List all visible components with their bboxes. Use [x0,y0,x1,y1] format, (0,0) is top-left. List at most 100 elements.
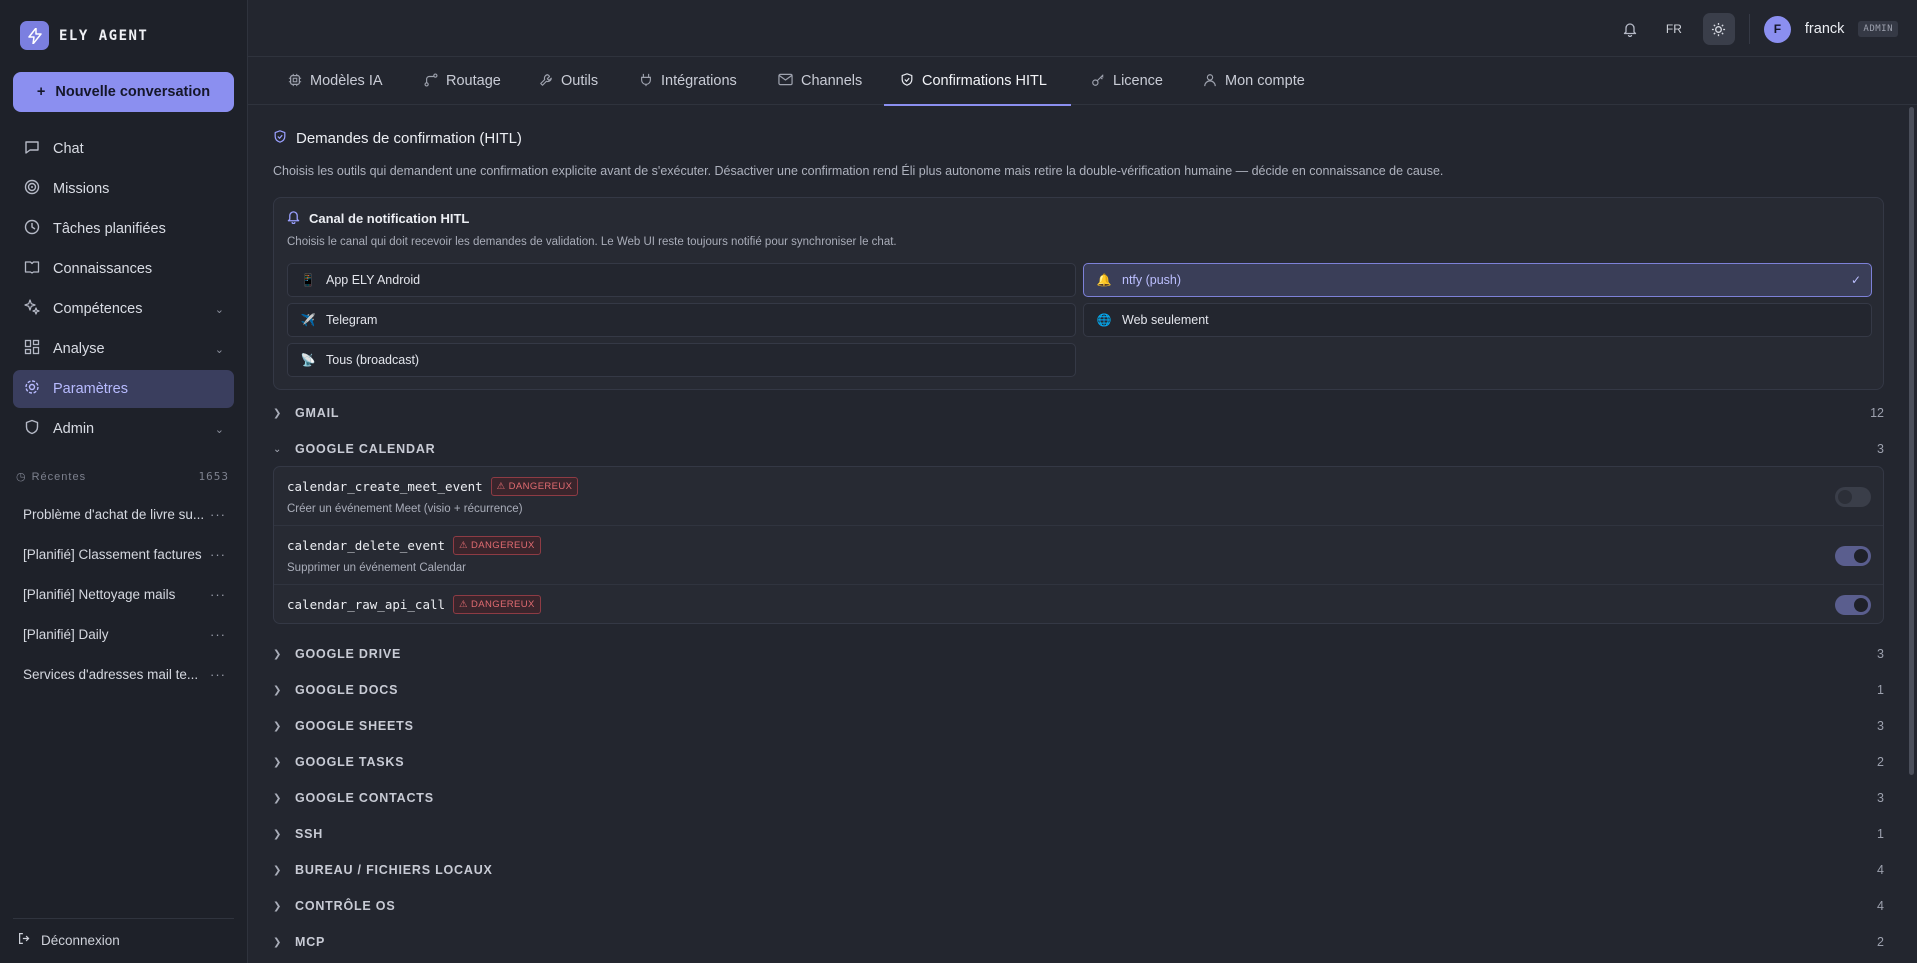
sidebar-item-label: Missions [53,181,110,197]
tool-group-ssh[interactable]: ❯ SSH 1 [273,816,1884,852]
route-icon [424,72,438,90]
brand-name: ELY AGENT [59,27,149,44]
new-conversation-button[interactable]: + Nouvelle conversation [13,72,234,112]
channel-option-web-only[interactable]: 🌐 Web seulement [1083,303,1872,337]
more-options-icon[interactable]: ··· [210,547,226,562]
danger-badge-label: DANGEREUX [471,599,535,610]
shield-check-icon [273,129,287,147]
channel-option-label: Tous (broadcast) [326,353,420,367]
tool-group-google-contacts[interactable]: ❯ GOOGLE CONTACTS 3 [273,780,1884,816]
key-icon [1091,73,1105,90]
channel-option-broadcast[interactable]: 📡 Tous (broadcast) [287,343,1076,377]
clock-icon [23,219,41,239]
topbar-actions: FR F franck ADMIN [1615,13,1898,45]
chevron-down-icon: ⌄ [273,443,283,455]
scrollbar[interactable] [1909,107,1914,775]
bell-icon[interactable] [1615,14,1645,44]
confirmation-toggle[interactable] [1835,546,1871,566]
channel-option-android[interactable]: 📱 App ELY Android [287,263,1076,297]
sidebar-nav: Chat Missions Tâches planifiées Connaiss… [13,130,234,450]
more-options-icon[interactable]: ··· [210,507,226,522]
card-title-text: Canal de notification HITL [309,211,470,226]
more-options-icon[interactable]: ··· [210,587,226,602]
list-item: calendar_delete_event ⚠ DANGEREUX Suppri… [274,526,1883,585]
bell-icon: 🔔 [1096,273,1112,287]
recent-conversation-title: Services d'adresses mail te... [23,666,199,682]
tool-id: calendar_delete_event [287,538,446,553]
sun-icon[interactable] [1702,13,1735,45]
sidebar-item-knowledge[interactable]: Connaissances [13,250,234,288]
recent-conversation-item[interactable]: [Planifié] Classement factures ··· [13,534,234,574]
tool-group-os-control[interactable]: ❯ CONTRÔLE OS 4 [273,888,1884,924]
tool-group-count: 4 [1877,899,1884,913]
tool-group-name: GOOGLE CONTACTS [295,791,434,805]
recent-conversation-item[interactable]: Services d'adresses mail te... ··· [13,654,234,694]
avatar[interactable]: F [1763,15,1791,43]
tool-name: calendar_delete_event ⚠ DANGEREUX [287,536,541,555]
bell-icon [287,210,300,227]
sidebar-item-admin[interactable]: Admin ⌄ [13,410,234,448]
language-switch[interactable]: FR [1659,22,1689,36]
sidebar-item-skills[interactable]: Compétences ⌄ [13,290,234,328]
sparkle-icon [23,299,41,319]
tab-my-account[interactable]: Mon compte [1187,57,1321,105]
list-item: calendar_create_meet_event ⚠ DANGEREUX C… [274,467,1883,526]
tab-routing[interactable]: Routage [408,57,517,105]
tool-group-mcp[interactable]: ❯ MCP 2 [273,924,1884,960]
tool-group-google-docs[interactable]: ❯ GOOGLE DOCS 1 [273,672,1884,708]
chevron-right-icon: ❯ [273,684,283,696]
wrench-icon [539,73,553,90]
username[interactable]: franck [1805,21,1845,37]
page-description: Choisis les outils qui demandent une con… [273,164,1444,178]
sidebar-item-chat[interactable]: Chat [13,130,234,168]
tab-hitl-confirmations[interactable]: Confirmations HITL [884,57,1071,106]
chevron-right-icon: ❯ [273,792,283,804]
recent-conversation-item[interactable]: Problème d'achat de livre su... ··· [13,494,234,534]
tool-group-desktop-local-files[interactable]: ❯ BUREAU / FICHIERS LOCAUX 4 [273,852,1884,888]
tab-channels[interactable]: Channels [762,57,878,105]
recent-conversation-item[interactable]: [Planifié] Nettoyage mails ··· [13,574,234,614]
tool-group-google-tasks[interactable]: ❯ GOOGLE TASKS 2 [273,744,1884,780]
brand[interactable]: ELY AGENT [20,21,148,50]
plug-icon [639,73,653,90]
sidebar-item-scheduled-tasks[interactable]: Tâches planifiées [13,210,234,248]
confirmation-toggle[interactable] [1835,487,1871,507]
sidebar-item-label: Connaissances [53,261,153,277]
tool-group-google-calendar[interactable]: ⌄ GOOGLE CALENDAR 3 [273,431,1884,467]
chevron-right-icon: ❯ [273,648,283,660]
tab-integrations[interactable]: Intégrations [623,57,753,105]
channel-option-ntfy[interactable]: 🔔 ntfy (push) ✓ [1083,263,1872,297]
more-options-icon[interactable]: ··· [210,627,226,642]
antenna-icon: 📡 [300,353,316,367]
sidebar-item-label: Analyse [53,341,105,357]
chevron-down-icon: ⌄ [214,303,224,316]
tab-ai-models[interactable]: Modèles IA [272,57,399,105]
chevron-right-icon: ❯ [273,756,283,768]
phone-icon: 📱 [300,273,316,287]
recent-list: Problème d'achat de livre su... ··· [Pla… [13,494,234,694]
topbar: FR F franck ADMIN [248,0,1917,57]
more-options-icon[interactable]: ··· [210,667,226,682]
tab-tools[interactable]: Outils [523,57,614,105]
shield-check-icon [900,72,914,90]
logout-button[interactable]: Déconnexion [18,932,120,948]
tool-description: Créer un événement Meet (visio + récurre… [287,503,523,515]
list-item: calendar_raw_api_call ⚠ DANGEREUX [274,585,1883,623]
tool-name: calendar_create_meet_event ⚠ DANGEREUX [287,477,579,496]
sidebar-item-analysis[interactable]: Analyse ⌄ [13,330,234,368]
tab-license[interactable]: Licence [1075,57,1179,105]
tab-label: Mon compte [1225,73,1305,89]
channel-option-telegram[interactable]: ✈️ Telegram [287,303,1076,337]
tool-group-gmail[interactable]: ❯ GMAIL 12 [273,395,1884,431]
tab-label: Confirmations HITL [922,73,1047,89]
sidebar-item-settings[interactable]: Paramètres [13,370,234,408]
recent-conversation-item[interactable]: [Planifié] Daily ··· [13,614,234,654]
tool-group-name: GOOGLE CALENDAR [295,442,436,456]
tool-group-google-sheets[interactable]: ❯ GOOGLE SHEETS 3 [273,708,1884,744]
calendar-tools-list: calendar_create_meet_event ⚠ DANGEREUX C… [273,466,1884,624]
plus-icon: + [36,84,46,100]
sidebar-item-missions[interactable]: Missions [13,170,234,208]
confirmation-toggle[interactable] [1835,595,1871,615]
tool-group-google-drive[interactable]: ❯ GOOGLE DRIVE 3 [273,636,1884,672]
danger-badge: ⚠ DANGEREUX [453,595,541,614]
